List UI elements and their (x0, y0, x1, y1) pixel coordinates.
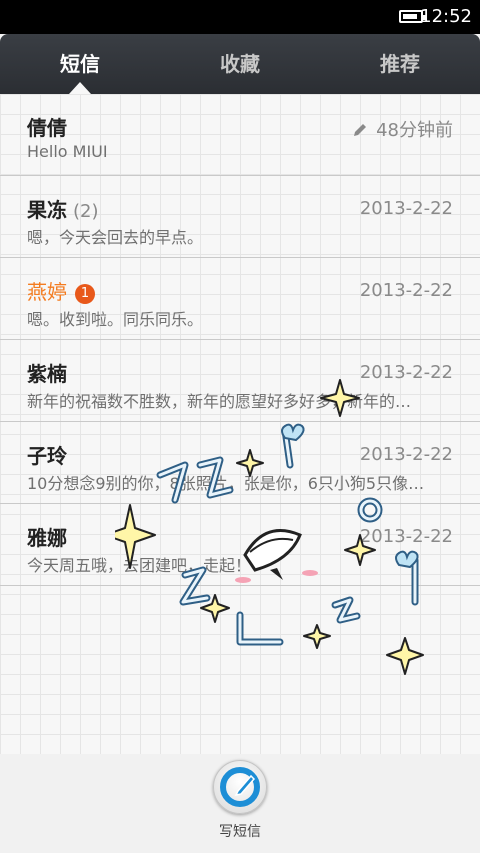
message-preview: 嗯，今天会回去的早点。 (27, 228, 204, 247)
message-time: 2013-2-22 (359, 444, 453, 465)
message-preview: 嗯。收到啦。同乐同乐。 (27, 310, 204, 329)
message-count: (2) (73, 201, 99, 222)
status-bar: 12:52 (0, 0, 480, 34)
contact-name: 果冻 (2) (27, 194, 99, 223)
contact-name: 雅娜 (27, 526, 67, 550)
contact-name-text: 燕婷 (27, 280, 67, 304)
pen-circle-icon (220, 767, 260, 807)
compose-button[interactable] (213, 760, 267, 814)
compose-label: 写短信 (219, 824, 261, 840)
draft-pencil-icon (354, 124, 367, 136)
contact-name: 紫楠 (27, 362, 67, 386)
contact-name: 子玲 (27, 444, 67, 468)
message-time: 2013-2-22 (359, 280, 453, 301)
message-time: 2013-2-22 (359, 198, 453, 219)
conversation-row[interactable]: 紫楠 新年的祝福数不胜数，新年的愿望好多好多，新年的… 2013-2-22 (0, 340, 480, 422)
conversation-row[interactable]: 雅娜 今天周五哦，去团建吧，走起！ 2013-2-22 (0, 504, 480, 586)
conversation-row[interactable]: 倩倩 Hello MIUI 48分钟前 (0, 94, 480, 176)
message-time: 2013-2-22 (359, 362, 453, 383)
status-time: 12:52 (420, 6, 472, 27)
contact-name-text: 果冻 (27, 198, 67, 222)
message-preview: 10分想念9别的你，8张照片，张是你，6只小狗5只像… (27, 474, 425, 493)
message-preview: 新年的祝福数不胜数，新年的愿望好多好多，新年的… (27, 392, 412, 411)
message-time: 48分钟前 (352, 116, 453, 142)
message-time-text: 48分钟前 (376, 120, 453, 141)
tab-favorites[interactable]: 收藏 (160, 34, 320, 94)
contact-name: 倩倩 (27, 116, 67, 140)
message-time: 2013-2-22 (359, 526, 453, 547)
active-tab-indicator (69, 82, 91, 94)
conversation-row[interactable]: 果冻 (2) 嗯，今天会回去的早点。 2013-2-22 (0, 176, 480, 258)
conversation-row[interactable]: 燕婷 1 嗯。收到啦。同乐同乐。 2013-2-22 (0, 258, 480, 340)
conversation-list[interactable]: 倩倩 Hello MIUI 48分钟前 果冻 (2) 嗯，今天会回去的早点。 20… (0, 94, 480, 754)
conversation-row[interactable]: 子玲 10分想念9别的你，8张照片，张是你，6只小狗5只像… 2013-2-22 (0, 422, 480, 504)
message-preview: Hello MIUI (27, 142, 108, 161)
unread-badge: 1 (75, 284, 95, 304)
tab-recommended[interactable]: 推荐 (320, 34, 480, 94)
contact-name: 燕婷 1 (27, 276, 95, 305)
message-preview: 今天周五哦，去团建吧，走起！ (27, 556, 252, 575)
